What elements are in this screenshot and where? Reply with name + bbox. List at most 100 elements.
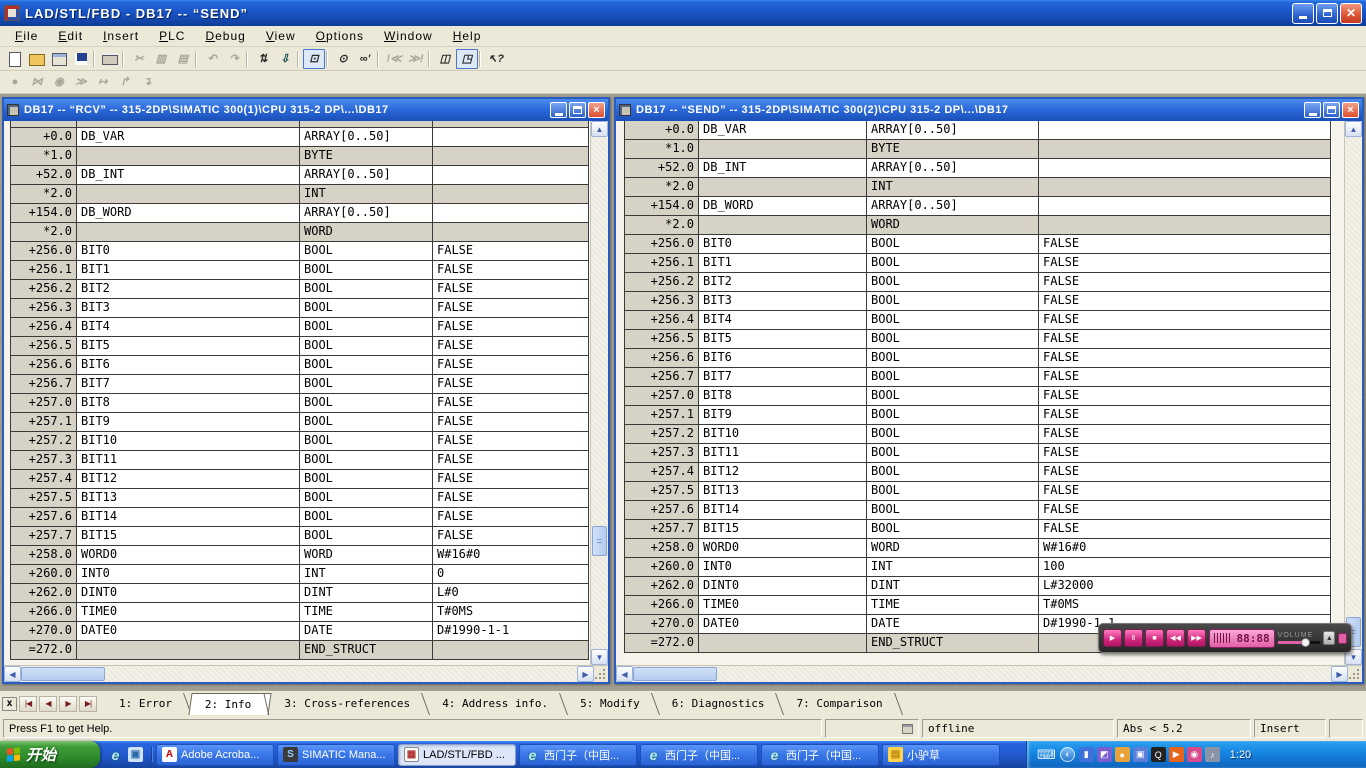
cell-name[interactable]: DB_WORD: [77, 204, 300, 223]
tray-collapse-icon[interactable]: ‹: [1059, 747, 1075, 762]
cell-type[interactable]: BOOL: [300, 318, 433, 337]
cell-initial-value[interactable]: L#32000: [1039, 577, 1331, 596]
cell-address[interactable]: +256.7: [625, 368, 699, 387]
cell-name[interactable]: BIT7: [699, 368, 867, 387]
cell-name[interactable]: [699, 140, 867, 159]
menu-item[interactable]: View: [257, 27, 305, 45]
volume-icon[interactable]: ♪: [1204, 747, 1220, 762]
resize-grip[interactable]: [1348, 666, 1362, 682]
horizontal-scrollbar[interactable]: ◀ ▶: [616, 665, 1362, 682]
cell-type[interactable]: INT: [300, 565, 433, 584]
cell-type[interactable]: BOOL: [867, 501, 1039, 520]
next-error-icon[interactable]: ≫!: [405, 49, 427, 69]
toolbar-separator[interactable]: [194, 49, 201, 69]
cell-type[interactable]: BOOL: [300, 470, 433, 489]
cell-initial-value[interactable]: FALSE: [433, 413, 589, 432]
volume-slider[interactable]: [1277, 638, 1321, 647]
cell-initial-value[interactable]: [433, 204, 589, 223]
cell-address[interactable]: +256.6: [625, 349, 699, 368]
cell-initial-value[interactable]: T#0MS: [433, 603, 589, 622]
send-titlebar[interactable]: DB17 -- “SEND” -- 315-2DP\SIMATIC 300(2)…: [616, 99, 1362, 121]
cell-address[interactable]: +262.0: [11, 584, 77, 603]
cell-name[interactable]: DB_VAR: [699, 121, 867, 140]
cell-type[interactable]: BOOL: [867, 406, 1039, 425]
cell-name[interactable]: BIT8: [699, 387, 867, 406]
output-tab[interactable]: 7: Comparison: [782, 693, 900, 715]
cell-name[interactable]: BIT12: [699, 463, 867, 482]
menu-item[interactable]: PLC: [150, 27, 194, 45]
cell-initial-value[interactable]: FALSE: [433, 375, 589, 394]
cell-address[interactable]: +256.5: [625, 330, 699, 349]
cell-type[interactable]: BYTE: [867, 140, 1039, 159]
cell-type[interactable]: ARRAY[0..50]: [867, 197, 1039, 216]
cell-name[interactable]: BIT15: [699, 520, 867, 539]
cell-name[interactable]: [77, 147, 300, 166]
cell-name[interactable]: BIT11: [699, 444, 867, 463]
new-network-icon[interactable]: ●: [4, 72, 26, 92]
maximize-button[interactable]: [569, 102, 586, 118]
next-tab-button[interactable]: ▶: [59, 695, 77, 712]
cell-initial-value[interactable]: FALSE: [1039, 235, 1331, 254]
cell-name[interactable]: DB_WORD: [699, 197, 867, 216]
cell-type[interactable]: BOOL: [867, 425, 1039, 444]
cell-initial-value[interactable]: [433, 641, 589, 660]
cell-address[interactable]: +0.0: [625, 121, 699, 140]
cell-initial-value[interactable]: [1039, 121, 1331, 140]
cell-address[interactable]: *2.0: [11, 185, 77, 204]
cell-type[interactable]: ARRAY[0..50]: [300, 204, 433, 223]
cell-initial-value[interactable]: FALSE: [433, 432, 589, 451]
cell-type[interactable]: BOOL: [867, 273, 1039, 292]
cell-name[interactable]: BIT14: [699, 501, 867, 520]
cell-address[interactable]: +258.0: [11, 546, 77, 565]
cell-address[interactable]: +256.0: [11, 242, 77, 261]
cell-name[interactable]: BIT5: [699, 330, 867, 349]
cell-address[interactable]: +257.5: [11, 489, 77, 508]
cell-address[interactable]: +257.3: [11, 451, 77, 470]
cell-address[interactable]: +257.4: [11, 470, 77, 489]
cell-type[interactable]: BOOL: [867, 368, 1039, 387]
cell-address[interactable]: +256.3: [11, 299, 77, 318]
split-window-icon[interactable]: ◫: [434, 49, 456, 69]
cell-initial-value[interactable]: FALSE: [1039, 330, 1331, 349]
output-tab[interactable]: 1: Error: [105, 693, 190, 715]
cell-type[interactable]: BOOL: [300, 242, 433, 261]
output-tab[interactable]: 4: Address info.: [428, 693, 566, 715]
redo-icon[interactable]: ↷: [223, 49, 245, 69]
cell-type[interactable]: WORD: [300, 546, 433, 565]
cell-name[interactable]: BIT7: [77, 375, 300, 394]
save-icon[interactable]: [70, 49, 92, 69]
cell-initial-value[interactable]: [433, 185, 589, 204]
quicklaunch-desktop[interactable]: [128, 747, 143, 762]
cell-type[interactable]: BOOL: [300, 508, 433, 527]
cell-initial-value[interactable]: FALSE: [1039, 387, 1331, 406]
call-structure-icon[interactable]: ⇅: [252, 49, 274, 69]
cell-name[interactable]: BIT4: [77, 318, 300, 337]
cell-name[interactable]: BIT2: [77, 280, 300, 299]
output-tab[interactable]: 6: Diagnostics: [658, 693, 783, 715]
cell-name[interactable]: BIT1: [699, 254, 867, 273]
cell-address[interactable]: +257.4: [625, 463, 699, 482]
scrollbar-thumb[interactable]: [21, 667, 105, 681]
cell-type[interactable]: DATE: [300, 622, 433, 641]
cell-initial-value[interactable]: [1039, 197, 1331, 216]
output-tab[interactable]: 2: Info: [188, 692, 272, 715]
cell-name[interactable]: BIT6: [77, 356, 300, 375]
cell-name[interactable]: BIT0: [77, 242, 300, 261]
cell-type[interactable]: BOOL: [300, 299, 433, 318]
cell-name[interactable]: DATE0: [699, 615, 867, 634]
scrollbar-thumb[interactable]: [633, 667, 717, 681]
cell-address[interactable]: +260.0: [11, 565, 77, 584]
cell-initial-value[interactable]: [1039, 140, 1331, 159]
cell-type[interactable]: WORD: [300, 223, 433, 242]
prev-error-icon[interactable]: !≪: [383, 49, 405, 69]
cell-address[interactable]: +257.5: [625, 482, 699, 501]
cell-type[interactable]: ARRAY[0..50]: [300, 166, 433, 185]
cell-initial-value[interactable]: [433, 147, 589, 166]
cell-name[interactable]: INT0: [77, 565, 300, 584]
toolbar-separator[interactable]: [427, 49, 434, 69]
cell-type[interactable]: DINT: [867, 577, 1039, 596]
cell-type[interactable]: ARRAY[0..50]: [300, 128, 433, 147]
cell-type[interactable]: BOOL: [867, 387, 1039, 406]
cell-type[interactable]: INT: [300, 185, 433, 204]
paste-icon[interactable]: ▤: [172, 49, 194, 69]
